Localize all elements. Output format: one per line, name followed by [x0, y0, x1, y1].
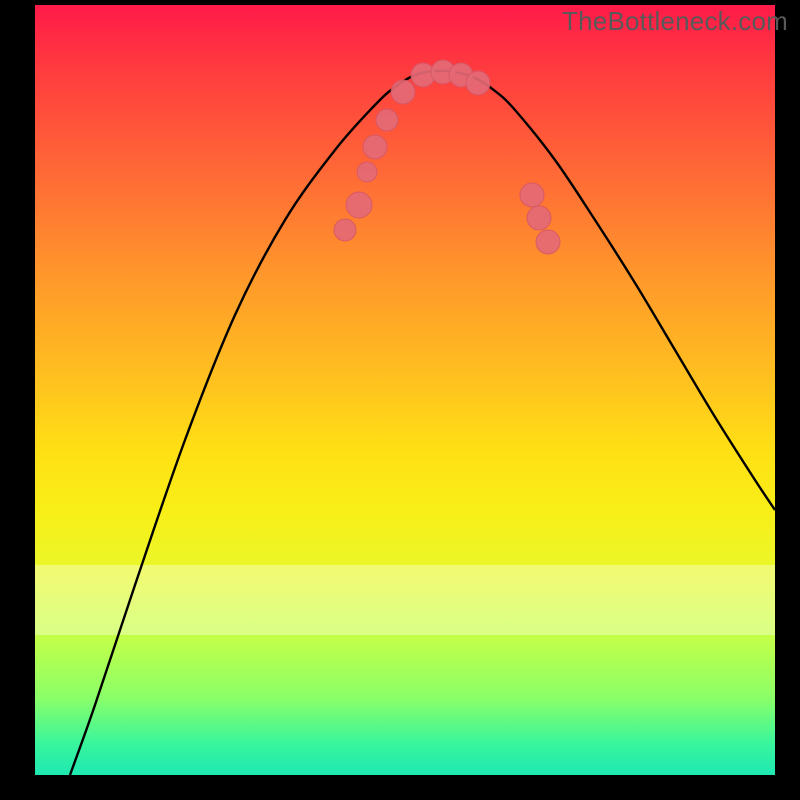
right-cluster-marker: [520, 183, 544, 207]
left-cluster-marker: [391, 80, 415, 104]
left-cluster-marker: [376, 109, 398, 131]
chart-plot-area: [35, 5, 775, 775]
left-cluster-marker: [363, 135, 387, 159]
left-cluster-marker: [346, 192, 372, 218]
data-markers: [334, 60, 560, 254]
bottom-cluster-marker: [466, 71, 490, 95]
bottleneck-curve: [70, 71, 775, 775]
right-cluster-marker: [536, 230, 560, 254]
left-cluster-marker: [334, 219, 356, 241]
chart-svg: [35, 5, 775, 775]
attribution-text: TheBottleneck.com: [562, 6, 788, 37]
right-cluster-marker: [527, 206, 551, 230]
left-cluster-marker: [357, 162, 377, 182]
